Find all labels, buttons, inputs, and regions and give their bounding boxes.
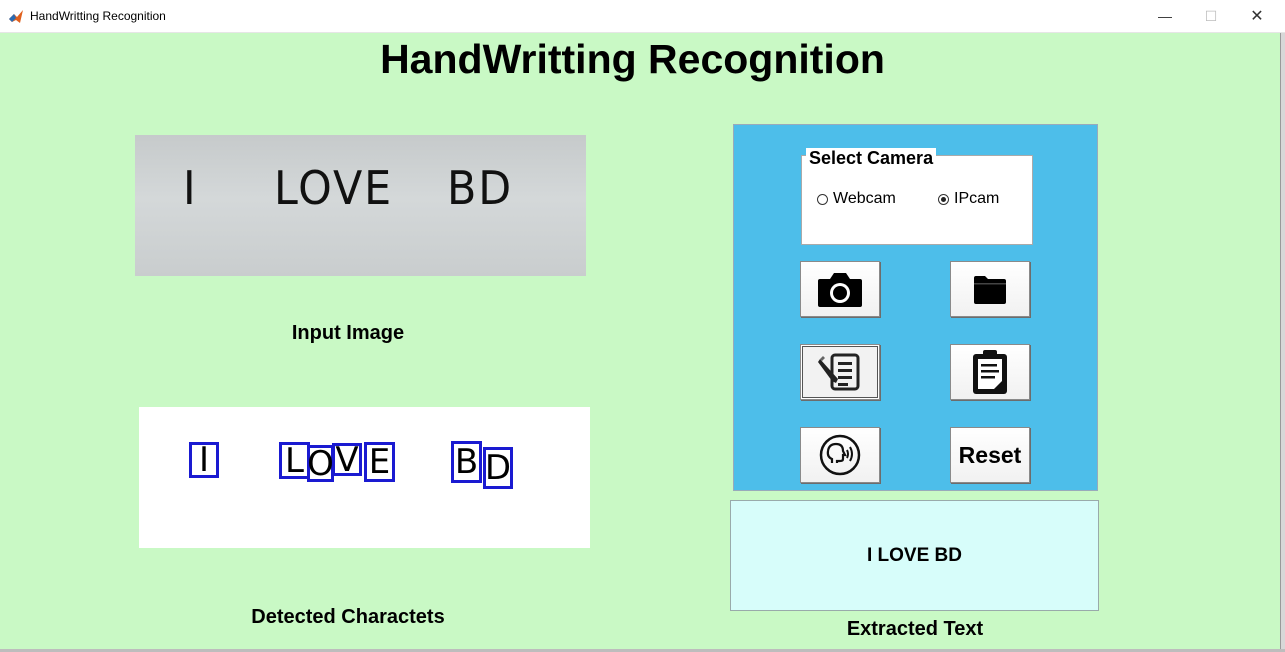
character-box: D: [483, 447, 513, 489]
character-box: E: [364, 442, 395, 482]
extracted-text-value: I LOVE BD: [866, 544, 962, 566]
webcam-radio-label: Webcam: [833, 190, 896, 207]
character-box: I: [189, 440, 219, 480]
select-camera-group: Select Camera Webcam IPcam: [801, 148, 1033, 245]
window-title: HandWritting Recognition: [30, 9, 166, 23]
close-button[interactable]: ✕: [1234, 0, 1280, 32]
radio-button-icon[interactable]: [817, 193, 828, 205]
maximize-button[interactable]: ☐: [1188, 0, 1234, 32]
character-box: L: [279, 441, 310, 481]
capture-camera-button[interactable]: [800, 261, 880, 317]
detected-characters-image: I L O V E B D: [139, 407, 590, 548]
page-title: HandWritting Recognition: [380, 36, 885, 82]
character-box: O: [307, 443, 334, 484]
extracted-text-label: Extracted Text: [846, 618, 984, 640]
speaking-head-icon: [819, 434, 861, 476]
character-box: V: [332, 440, 362, 480]
window-right-border: [1280, 33, 1285, 652]
reset-button-label: Reset: [958, 441, 1022, 468]
camera-icon: [818, 273, 862, 307]
clipboard-button[interactable]: [950, 344, 1030, 400]
figure-canvas: HandWritting Recognition I LOVE BD Input…: [0, 33, 1280, 649]
detected-characters-label: Detected Charactets: [251, 606, 445, 628]
reset-button[interactable]: Reset: [950, 427, 1030, 483]
extracted-text-output: I LOVE BD: [730, 500, 1099, 611]
input-image: I LOVE BD: [135, 135, 586, 276]
webcam-radio[interactable]: Webcam: [817, 190, 896, 208]
handwritten-word: I: [183, 161, 198, 215]
character-box: B: [451, 441, 482, 483]
select-camera-title: Select Camera: [806, 148, 937, 169]
control-panel: Select Camera Webcam IPcam Reset: [733, 124, 1098, 491]
radio-button-selected-icon[interactable]: [938, 193, 949, 205]
window-titlebar: HandWritting Recognition — ☐ ✕: [0, 0, 1285, 33]
minimize-button[interactable]: —: [1142, 0, 1188, 32]
matlab-logo-icon: [9, 10, 23, 23]
document-edit-icon: [818, 353, 860, 391]
folder-icon: [974, 276, 1006, 304]
ipcam-radio-label: IPcam: [954, 190, 1000, 207]
recognize-button[interactable]: [800, 344, 880, 400]
handwritten-word: LOVE: [274, 161, 393, 215]
ipcam-radio[interactable]: IPcam: [938, 190, 999, 208]
clipboard-icon: [973, 350, 1007, 394]
open-folder-button[interactable]: [950, 261, 1030, 317]
handwritten-word: BD: [447, 161, 514, 215]
speak-button[interactable]: [800, 427, 880, 483]
input-image-label: Input Image: [291, 322, 405, 344]
